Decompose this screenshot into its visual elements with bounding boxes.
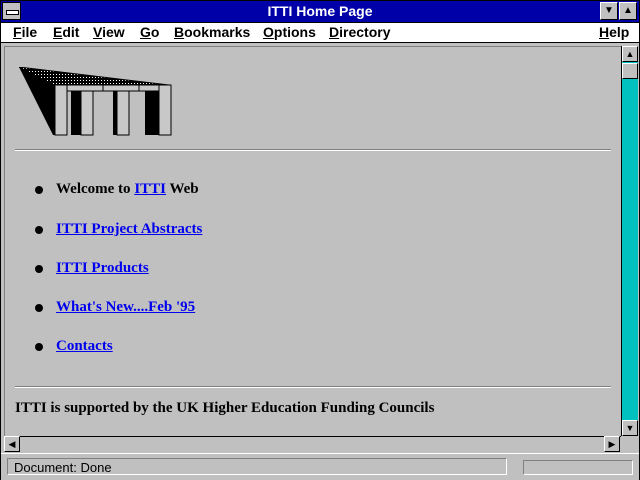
arrow-left-icon[interactable]: ◀ (4, 436, 20, 452)
menu-help[interactable]: Help (599, 24, 629, 40)
menu-go[interactable]: Go (140, 24, 159, 40)
bullet-icon (35, 186, 43, 194)
arrow-right-icon[interactable]: ▶ (604, 436, 620, 452)
bullet-icon (35, 265, 43, 273)
maximize-icon[interactable]: ▲ (619, 2, 637, 20)
horizontal-rule (15, 149, 611, 151)
status-bar: Document: Done (1, 453, 639, 480)
title-bar[interactable]: ITTI Home Page ▼ ▲ (1, 1, 639, 23)
browser-window: ITTI Home Page ▼ ▲ File Edit View Go Boo… (0, 0, 640, 480)
menu-view[interactable]: View (93, 24, 125, 40)
menu-edit[interactable]: Edit (53, 24, 79, 40)
progress-bar (523, 460, 633, 475)
bullet-icon (35, 343, 43, 351)
scroll-corner (621, 436, 638, 452)
minimize-icon[interactable]: ▼ (600, 2, 618, 20)
link-project-abstracts[interactable]: ITTI Project Abstracts (56, 221, 202, 237)
vertical-scrollbar[interactable]: ▲ ▼ (621, 46, 638, 436)
menu-bookmarks[interactable]: Bookmarks (174, 24, 250, 40)
link-contacts[interactable]: Contacts (56, 338, 113, 354)
bullet-icon (35, 226, 43, 234)
bullet-icon (35, 304, 43, 312)
arrow-down-icon[interactable]: ▼ (622, 420, 638, 436)
status-text: Document: Done (7, 458, 507, 475)
page-content: Welcome to ITTI Web ITTI Project Abstrac… (4, 46, 621, 436)
link-whats-new[interactable]: What's New....Feb '95 (56, 299, 195, 315)
arrow-up-icon[interactable]: ▲ (622, 46, 638, 62)
menu-file[interactable]: File (13, 24, 37, 40)
horizontal-scrollbar[interactable]: ◀ ▶ (4, 436, 621, 452)
link-itti[interactable]: ITTI (134, 181, 166, 197)
footer-text: ITTI is supported by the UK Higher Educa… (15, 400, 435, 416)
horizontal-rule (15, 386, 611, 388)
menu-bar: File Edit View Go Bookmarks Options Dire… (1, 23, 639, 43)
scroll-thumb[interactable] (622, 63, 638, 79)
link-products[interactable]: ITTI Products (56, 260, 149, 276)
menu-options[interactable]: Options (263, 24, 316, 40)
menu-directory[interactable]: Directory (329, 24, 390, 40)
window-title: ITTI Home Page (267, 3, 373, 19)
itti-logo (19, 67, 172, 136)
